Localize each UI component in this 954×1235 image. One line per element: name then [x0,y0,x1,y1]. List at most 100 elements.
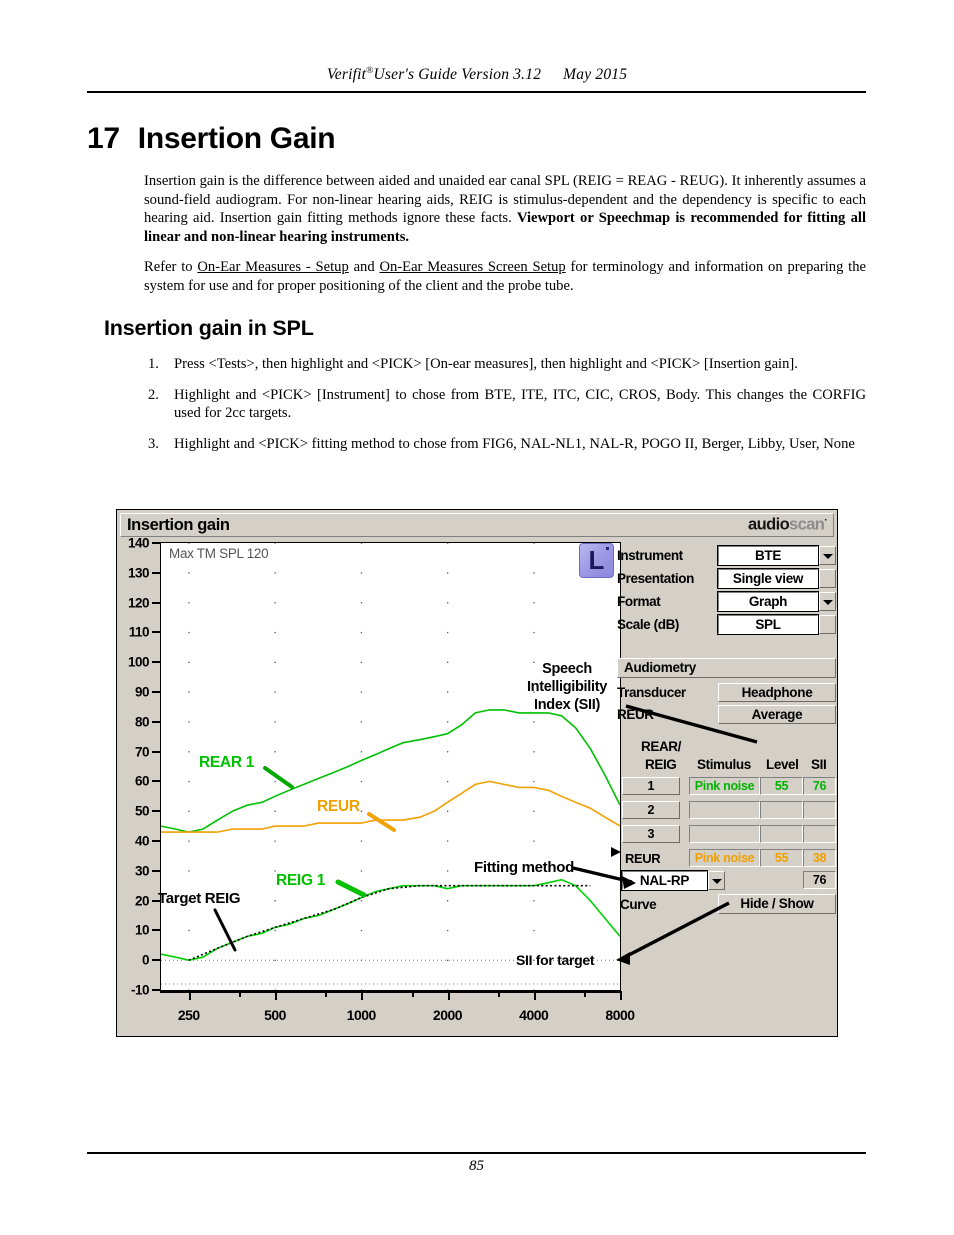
curve-1-button[interactable]: 1 [622,777,680,795]
audiometry-button[interactable]: Audiometry [617,658,836,678]
y-axis-tick-label: 50 [134,803,150,819]
x-axis-tick [188,991,191,1000]
format-value[interactable]: Graph [717,591,819,612]
reur-level: 55 [760,849,803,867]
list-item: 3. Highlight and <PICK> fitting method to… [144,435,866,454]
format-label: Format [617,594,661,609]
y-axis-tick-label: 40 [134,833,150,849]
instrument-value[interactable]: BTE [717,545,819,566]
y-axis-tick [152,571,160,574]
y-axis-tick [152,661,160,664]
x-axis-minor-tick [411,991,414,997]
list-marker: 1. [148,356,159,372]
y-axis-tick-label: 130 [127,565,150,581]
y-axis-tick-label: 110 [128,624,150,640]
fitting-method-chevron-down-icon[interactable] [708,871,725,890]
y-axis-tick-label: 100 [127,654,150,670]
x-axis-tick [447,991,450,1000]
annotation-reig1: REIG 1 [276,872,326,889]
curve-3-button[interactable]: 3 [622,825,680,843]
reur-row-label: REUR [625,851,661,866]
annotation-sii-line1: Speech [542,661,592,677]
annotation-sii-for-target: SII for target [516,952,595,968]
table-header-rear-reig-line1: REAR/ [641,739,682,754]
verifit-screenshot: Insertion gain audioscan· -10 0 10 20 30 40 50… [116,509,838,1037]
reur-stimulus: Pink noise [689,849,760,867]
steps-list: 1. Press <Tests>, then highlight and <PIC… [144,355,866,465]
series-reur [161,780,620,833]
annotation-reur: REUR [317,798,360,815]
refer-text-b: and [348,259,380,275]
refer-paragraph: Refer to On-Ear Measures - Setup and On-… [144,258,866,295]
table-header-stimulus: Stimulus [697,757,751,772]
reur-setting-value[interactable]: Average [718,705,836,724]
list-marker: 2. [148,386,159,403]
row-1-level: 55 [760,777,803,795]
row-1-stimulus: Pink noise [689,777,760,795]
format-chevron-down-icon[interactable] [819,592,836,611]
link-on-ear-measures-setup[interactable]: On-Ear Measures - Setup [197,259,348,275]
transducer-value[interactable]: Headphone [718,683,836,702]
y-axis-tick-label: 0 [141,952,150,968]
x-axis: 250 500 1000 2000 4000 8000 [160,991,635,1033]
x-axis-tick [275,991,277,1000]
hide-show-button[interactable]: Hide / Show [718,894,836,914]
ear-side-badge[interactable]: L [579,543,614,578]
y-axis-tick [152,631,160,634]
scale-db-label: Scale (dB) [617,617,680,632]
table-header-sii: SII [811,757,827,772]
y-axis-tick [152,840,160,842]
x-axis-minor-tick [584,991,587,997]
instrument-chevron-down-icon[interactable] [819,546,836,565]
y-axis-tick [152,989,160,991]
presentation-chevron-down-icon[interactable] [819,569,836,588]
y-axis-tick [152,720,160,723]
row-1-sii: 76 [803,777,836,795]
y-axis-tick [152,869,160,872]
y-axis-tick [152,780,160,783]
running-head: Verifit®User's Guide Version 3.12 May 201… [87,66,867,84]
screen-title-bar: Insertion gain audioscan· [120,513,834,537]
reur-sii: 38 [803,849,836,867]
annotation-fitting-method: Fitting method [474,859,574,876]
annotation-target-reig: Target REIG [158,890,241,907]
running-head-subtitle: User's Guide Version 3.12 [373,66,542,84]
y-axis-tick-label: 90 [134,684,150,700]
fitting-method-select[interactable]: NAL-RP [621,870,708,891]
scale-db-chevron-down-icon[interactable] [819,615,836,634]
page-title: 17 Insertion Gain [87,122,336,156]
table-header-level: Level [766,757,799,772]
instrument-label: Instrument [617,548,683,563]
y-axis-tick-label: 120 [127,595,150,611]
presentation-value[interactable]: Single view [717,568,819,589]
y-axis-tick-label: -10 [130,982,150,998]
y-axis-tick-label: 70 [134,744,150,760]
y-axis-tick-label: 80 [134,714,150,730]
row-2-level [760,801,803,819]
x-axis-tick-label: 500 [264,1007,286,1023]
y-axis-tick [152,691,160,693]
curve-2-button[interactable]: 2 [622,801,680,819]
audioscan-logo: audioscan· [748,515,828,534]
link-on-ear-measures-screen-setup[interactable]: On-Ear Measures Screen Setup [379,259,565,275]
chapter-title: Insertion Gain [137,122,336,155]
row-3-stimulus [689,825,760,843]
list-item-text: Press <Tests>, then highlight and <PICK>… [174,356,798,372]
chapter-number: 17 [87,122,120,155]
y-axis-tick-label: 60 [134,773,150,789]
list-item: 2. Highlight and <PICK> [Instrument] to c… [144,386,866,423]
series-target-reig [188,884,591,961]
row-3-level [760,825,803,843]
target-sii-value: 76 [803,871,836,889]
registered-mark-icon: ® [366,66,374,76]
x-axis-tick [361,991,364,1000]
screen-title: Insertion gain [127,516,230,534]
presentation-label: Presentation [617,571,694,586]
y-axis-tick-label: 30 [134,863,150,879]
y-axis-tick-label: 20 [134,893,150,909]
list-item-text: Highlight and <PICK> fitting method to c… [174,435,855,452]
table-header-rear-reig-line2: REIG [645,757,677,772]
x-axis-tick-label: 1000 [346,1007,377,1023]
x-axis-tick-label: 2000 [432,1007,463,1023]
scale-db-value[interactable]: SPL [717,614,819,635]
